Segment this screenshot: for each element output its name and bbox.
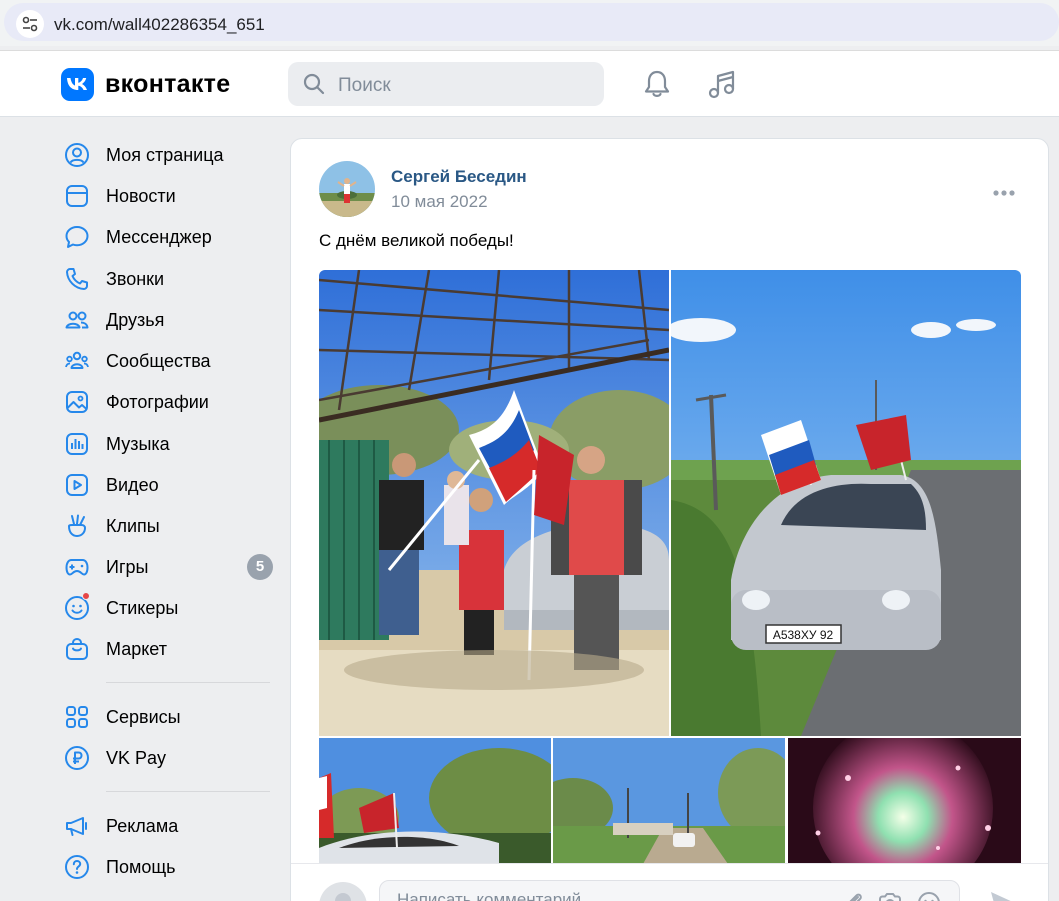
sidebar-item-label: Музыка [106, 434, 170, 454]
emoji-icon[interactable] [917, 891, 941, 901]
video-icon [66, 474, 88, 496]
comment-placeholder: Написать комментарий... [397, 890, 596, 901]
sidebar-item-communities[interactable]: Сообщества [60, 342, 275, 378]
send-icon[interactable] [988, 888, 1018, 901]
sidebar-item-music[interactable]: Музыка [60, 425, 275, 461]
sidebar-item-stickers[interactable]: Стикеры [60, 589, 275, 625]
sidebar-item-label: Помощь [106, 857, 176, 877]
author-avatar[interactable] [319, 161, 375, 217]
sidebar-item-clips[interactable]: Клипы [60, 507, 275, 543]
services-icon [66, 706, 88, 728]
sidebar-item-help[interactable]: Помощь [60, 848, 275, 884]
comment-input[interactable]: Написать комментарий... [379, 880, 960, 901]
sidebar-item-label: Мессенджер [106, 227, 212, 247]
more-options-icon[interactable] [991, 185, 1021, 196]
sidebar-item-label: Сообщества [106, 351, 211, 371]
sidebar-item-video[interactable]: Видео [60, 466, 275, 502]
car-with-flags-photo[interactable]: А538ХУ 92 [671, 270, 1021, 736]
clips-icon [68, 514, 86, 537]
sidebar-item-label: Друзья [106, 310, 165, 330]
sidebar-item-label: Клипы [106, 516, 160, 536]
communities-icon [65, 351, 89, 369]
sidebar-item-services[interactable]: Сервисы [60, 698, 275, 734]
sidebar-item-label: Реклама [106, 816, 179, 836]
sidebar-item-friends[interactable]: Друзья [60, 301, 275, 337]
camera-icon[interactable] [877, 891, 903, 901]
friends-icon [65, 311, 89, 329]
current-user-avatar[interactable] [319, 882, 367, 901]
help-icon [65, 855, 89, 879]
site-info-icon[interactable] [16, 10, 44, 38]
sidebar-divider [106, 791, 270, 792]
vk-logo-icon[interactable] [61, 68, 94, 101]
search-input[interactable]: Поиск [288, 62, 604, 106]
sidebar-item-messenger[interactable]: Мессенджер [60, 218, 275, 254]
sidebar-item-games[interactable]: Игры 5 [60, 548, 275, 584]
photo-icon [66, 391, 88, 413]
sidebar-item-vkpay[interactable]: VK Pay [60, 739, 275, 775]
sidebar-item-label: Фотографии [106, 392, 209, 412]
notification-dot [82, 592, 90, 600]
music-icon[interactable] [706, 67, 740, 101]
sidebar-item-label: Звонки [106, 269, 165, 289]
chat-icon [65, 226, 89, 248]
fireworks-photo[interactable] [788, 738, 1021, 864]
attach-icon[interactable] [842, 891, 866, 901]
sidebar-item-label: Сервисы [106, 707, 181, 727]
license-plate-text: А538ХУ 92 [773, 628, 834, 642]
wall-post: Сергей Беседин 10 мая 2022 С днём велико… [290, 138, 1049, 901]
post-author-name[interactable]: Сергей Беседин [391, 167, 527, 187]
sidebar-item-label: Видео [106, 475, 159, 495]
sidebar-item-label: Игры [106, 557, 149, 577]
phone-icon [66, 268, 88, 290]
sidebar-item-label: Маркет [106, 639, 167, 659]
sidebar-item-photos[interactable]: Фотографии [60, 383, 275, 419]
sidebar-item-my-page[interactable]: Моя страница [60, 136, 275, 172]
games-icon [65, 559, 89, 576]
comment-bar: Написать комментарий... [291, 863, 1048, 901]
vk-header: вконтакте Поиск [0, 50, 1059, 117]
games-count-badge: 5 [247, 554, 273, 580]
sidebar-item-label: VK Pay [106, 748, 167, 768]
sidebar-item-label: Стикеры [106, 598, 179, 618]
sidebar-item-calls[interactable]: Звонки [60, 260, 275, 296]
car-roof-flags-photo[interactable] [319, 738, 551, 864]
logo-text[interactable]: вконтакте [105, 70, 230, 99]
sidebar-item-label: Моя страница [106, 145, 224, 165]
vkpay-icon [65, 746, 89, 770]
address-bar[interactable]: vk.com/wall402286354_651 [4, 3, 1059, 41]
market-icon [66, 637, 88, 660]
family-with-flags-photo[interactable] [319, 270, 669, 736]
news-icon [66, 185, 88, 207]
post-text: С днём великой победы! [319, 231, 514, 250]
music-icon [66, 433, 88, 455]
search-icon [303, 73, 325, 95]
ads-icon [66, 817, 87, 836]
sidebar-item-market[interactable]: Маркет [60, 630, 275, 666]
sidebar-item-ads[interactable]: Реклама [60, 807, 275, 843]
bell-icon[interactable] [640, 67, 674, 101]
post-date[interactable]: 10 мая 2022 [391, 192, 488, 212]
profile-icon [65, 143, 89, 167]
url-text[interactable]: vk.com/wall402286354_651 [54, 15, 265, 35]
browser-toolbar: vk.com/wall402286354_651 [0, 0, 1059, 46]
search-placeholder: Поиск [338, 75, 391, 96]
sidebar-item-label: Новости [106, 186, 176, 206]
sidebar-item-news[interactable]: Новости [60, 177, 275, 213]
sidebar-divider [106, 682, 270, 683]
road-car-photo[interactable] [553, 738, 785, 864]
